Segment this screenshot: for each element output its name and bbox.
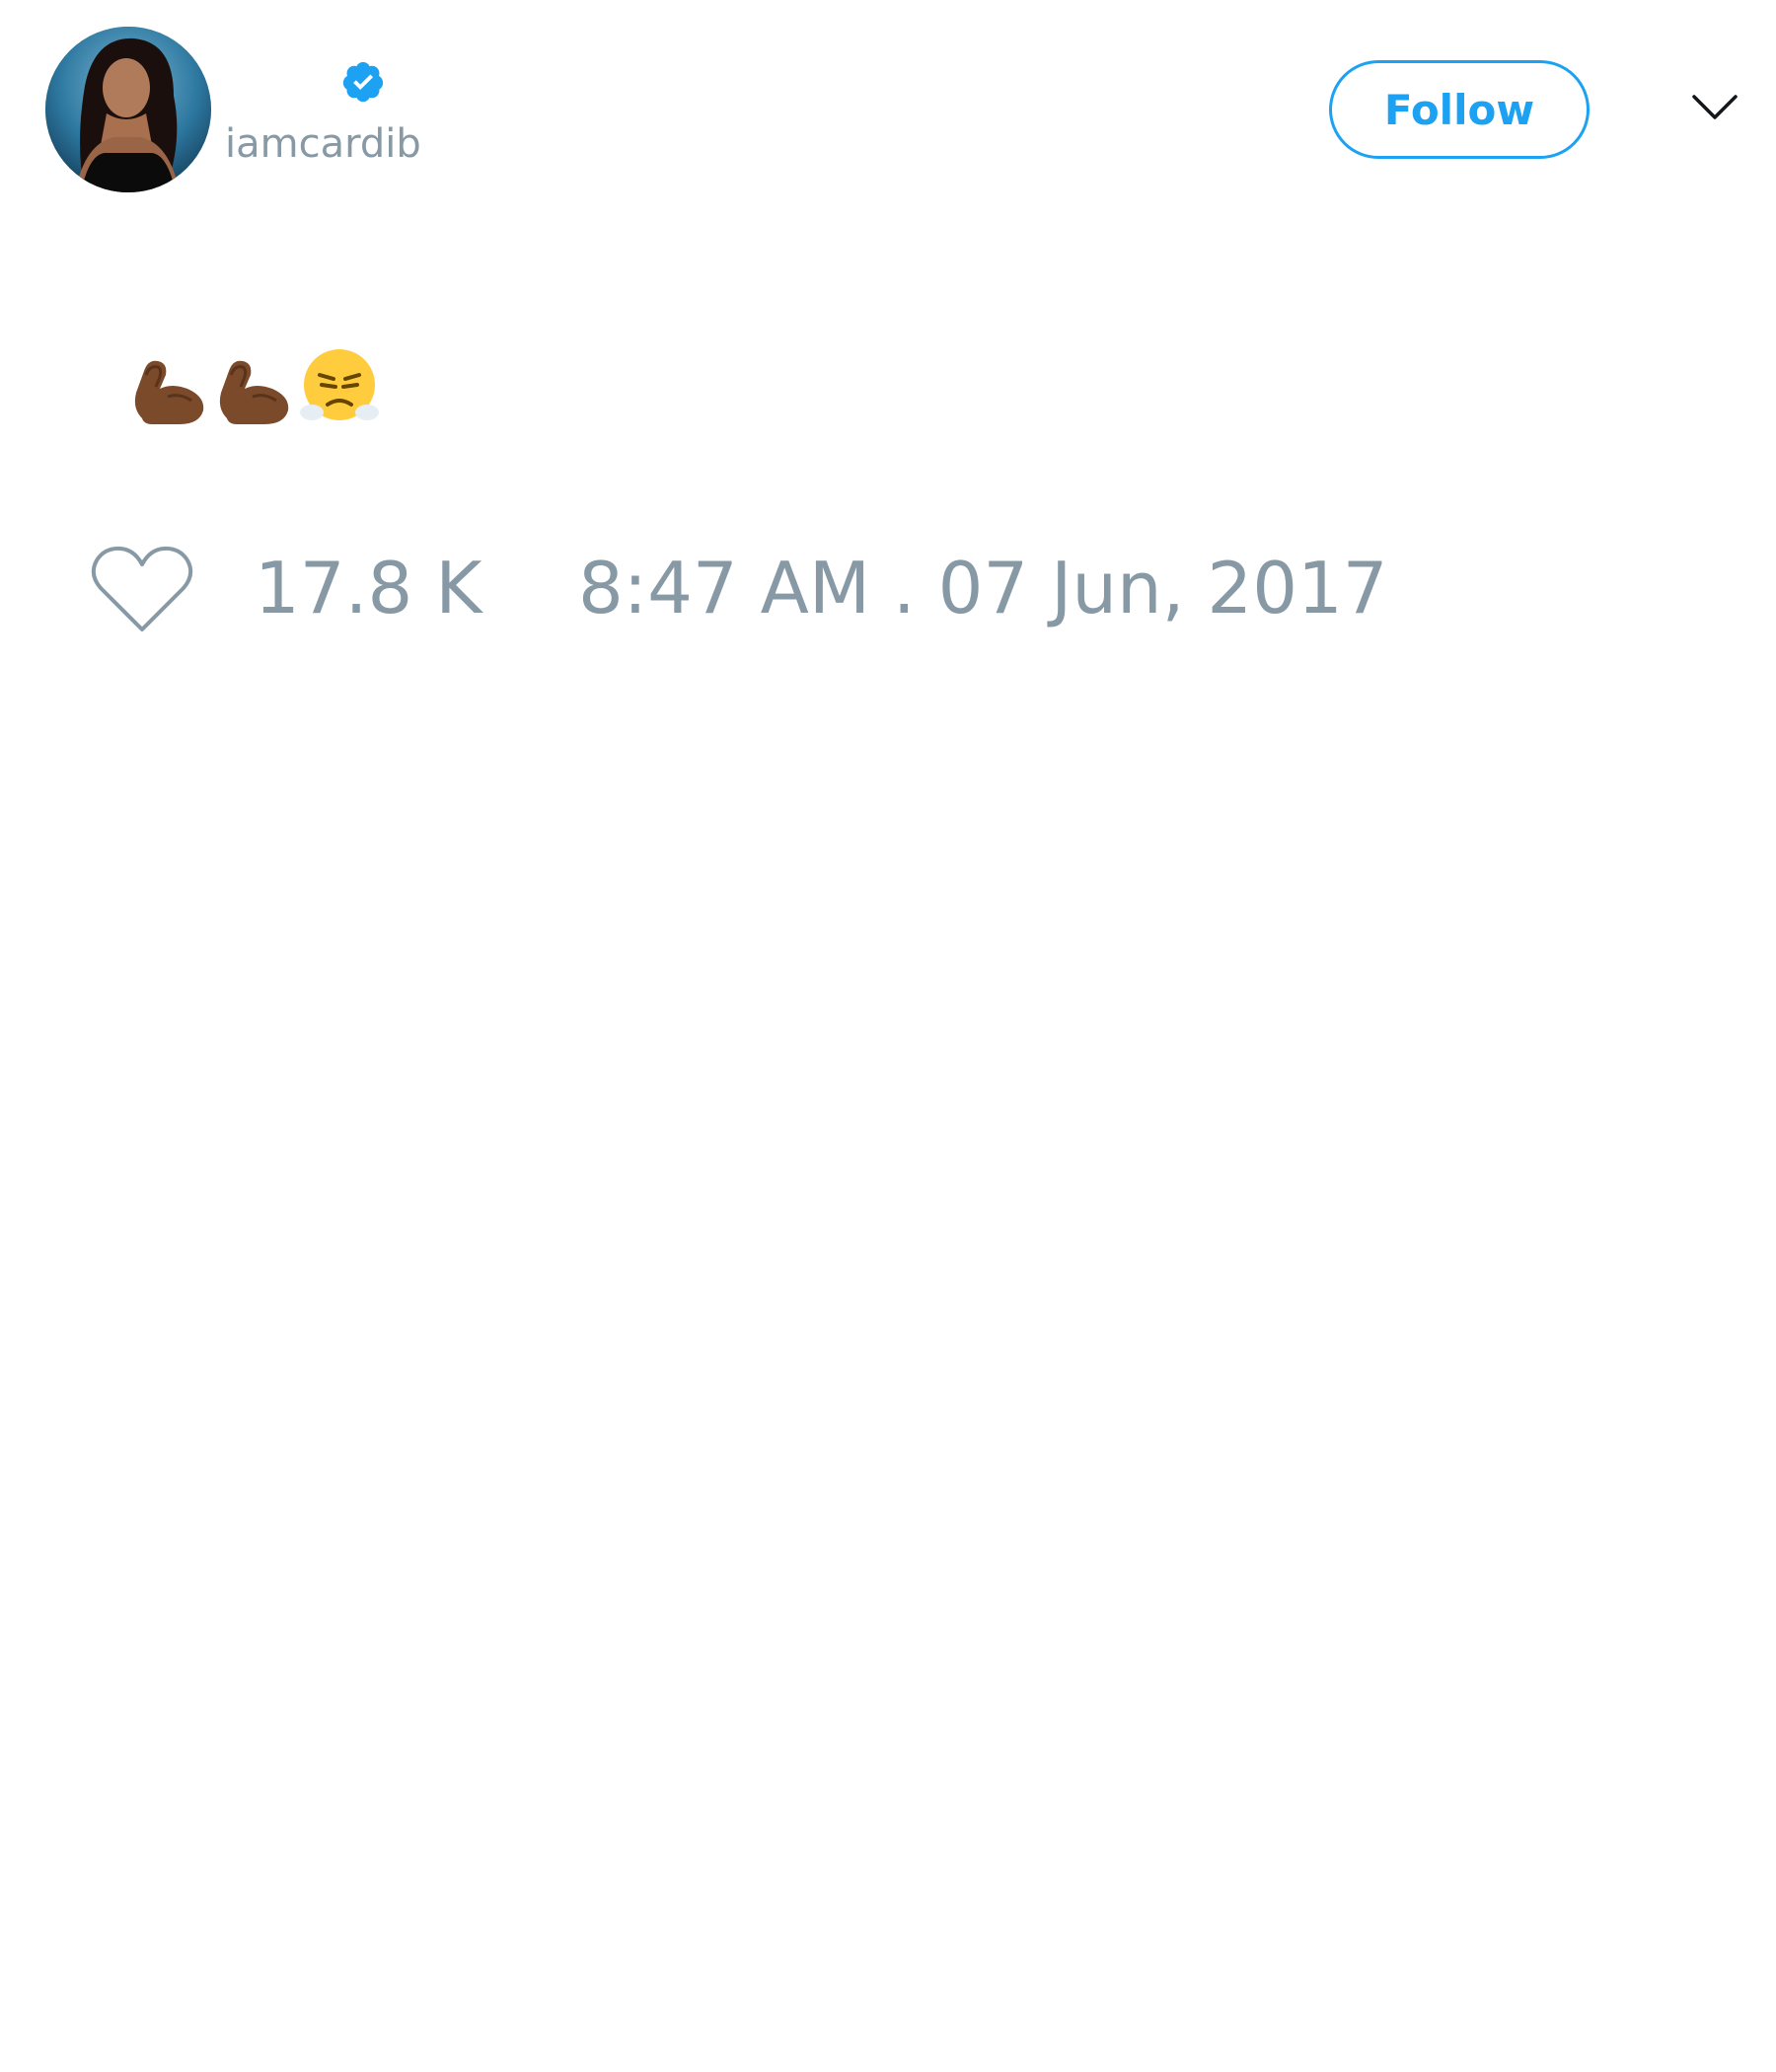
heart-icon[interactable]	[91, 545, 193, 635]
author-avatar[interactable]	[45, 27, 211, 192]
follow-button[interactable]: Follow	[1329, 60, 1590, 159]
tweet-text: 💪🏾💪🏾😤	[128, 343, 385, 426]
verified-badge-icon	[342, 61, 384, 103]
chevron-down-icon[interactable]	[1691, 93, 1739, 122]
avatar-photo	[45, 27, 211, 192]
author-handle[interactable]: iamcardib	[225, 124, 421, 164]
like-count: 17.8 K	[255, 547, 482, 629]
tweet-timestamp[interactable]: 8:47 AM . 07 Jun, 2017	[578, 553, 1388, 624]
